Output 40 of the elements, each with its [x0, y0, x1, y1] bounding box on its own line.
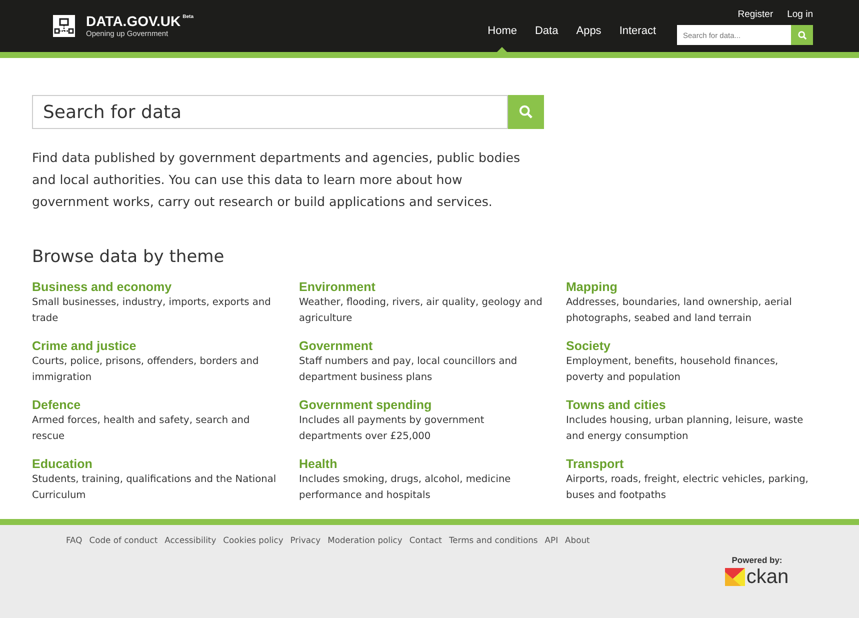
search-icon — [519, 105, 533, 119]
logo-title[interactable]: DATA.GOV.UK — [86, 14, 181, 29]
theme-description: Includes smoking, drugs, alcohol, medicine performance and hospitals — [299, 473, 512, 503]
account-link[interactable]: Log in — [787, 9, 813, 20]
ckan-logo-icon — [725, 568, 746, 586]
theme-description: Students, training, qualifications and the National Curriculum — [32, 473, 278, 503]
footer-link[interactable]: FAQ — [66, 535, 82, 545]
account-link[interactable]: Register — [738, 9, 774, 20]
theme-description: Airports, roads, freight, electric vehicles, parking, buses and footpaths — [566, 473, 810, 503]
logo-icon — [53, 15, 75, 37]
section-heading: Browse data by theme — [32, 247, 226, 267]
nav-tab[interactable]: Interact — [610, 0, 665, 52]
theme-description: Employment, benefits, household finances, poverty and population — [566, 355, 780, 385]
footer-link[interactable]: Code of conduct — [89, 535, 158, 545]
theme-description: Armed forces, health and safety, search and rescue — [32, 414, 251, 444]
footer-link[interactable]: Accessibility — [164, 535, 216, 545]
nav-tab[interactable]: Data — [526, 0, 568, 52]
theme-description: Staff numbers and pay, local councillors and department business plans — [299, 355, 518, 385]
footer-link[interactable]: API — [544, 535, 558, 545]
footer-link[interactable]: Moderation policy — [328, 535, 402, 545]
footer-link[interactable]: Contact — [409, 535, 442, 545]
footer-link[interactable]: Terms and conditions — [448, 535, 538, 545]
footer-link[interactable]: Cookies policy — [223, 535, 284, 545]
ckan-logo-text[interactable]: ckan — [746, 567, 789, 587]
theme-description: Small businesses, industry, imports, exports and trade — [32, 296, 272, 326]
powered-by-label: Powered by: — [732, 555, 782, 565]
theme-description: Courts, police, prisons, offenders, borders and immigration — [32, 355, 260, 385]
nav-tab[interactable]: Home — [478, 0, 526, 52]
theme-description: Includes all payments by government departments over £25,000 — [299, 414, 486, 444]
search-button[interactable] — [508, 95, 544, 129]
theme-description: Weather, flooding, rivers, air quality, geology and agriculture — [299, 296, 544, 326]
search-field[interactable]: Search for data — [32, 95, 508, 129]
theme-description: Addresses, boundaries, land ownership, aerial photographs, seabed and land terrain — [566, 296, 793, 326]
search-icon — [798, 30, 806, 40]
search-button[interactable] — [791, 25, 813, 45]
intro-text: Find data published by government departments and agencies, public bodies and local authorities. You can use this data to learn more about how government works, carry out research or build applications and services. — [32, 149, 522, 211]
theme-description: Includes housing, urban planning, leisure, waste and energy consumption — [566, 414, 804, 444]
nav-tab[interactable]: Apps — [567, 0, 610, 52]
footer-link[interactable]: Privacy — [290, 535, 321, 545]
footer-link[interactable]: About — [565, 535, 590, 545]
